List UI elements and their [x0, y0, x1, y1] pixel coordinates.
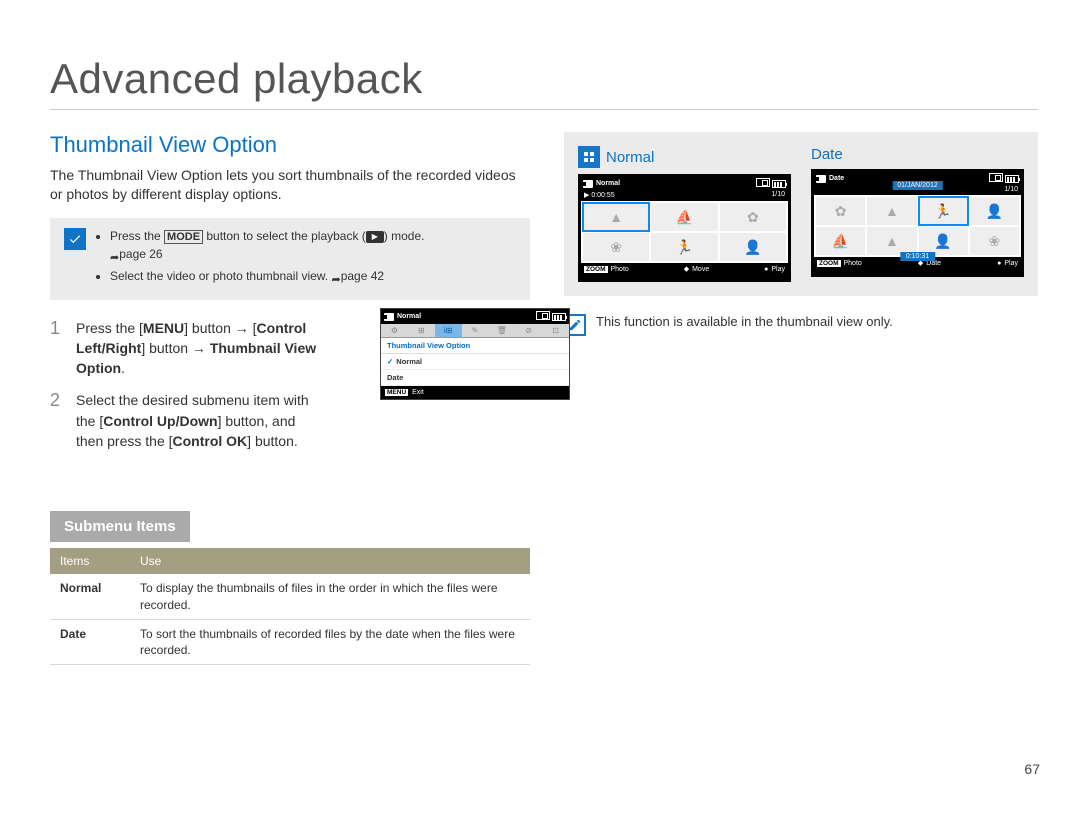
table-row: Normal To display the thumbnails of file… [50, 574, 530, 619]
cam-screen-normal: Normal ▶ 0:00:55 1/10 ▲ ⛵ ✿ ❀ 🏃 👤 [578, 174, 791, 282]
menu-tag: MENU [385, 389, 408, 396]
thumbnail: ❀ [583, 233, 649, 261]
thumbnail: ⛵ [816, 227, 865, 255]
battery-icon [772, 180, 786, 188]
playback-icon: ▶ [366, 231, 384, 243]
thumbnail: ⛵ [651, 203, 717, 231]
thumbnail: ✿ [720, 203, 786, 231]
date-label: 01/JAN/2012 [892, 181, 942, 190]
menu-item-normal: Normal [381, 354, 569, 370]
grid-icon [578, 146, 600, 168]
thumbnail: ✿ [816, 197, 865, 225]
preview-label-normal: Normal [606, 149, 654, 166]
card-icon [756, 178, 770, 187]
thumbnail: 👤 [919, 227, 968, 255]
menu-header: Thumbnail View Option [381, 338, 569, 354]
intro-text: The Thumbnail View Option lets you sort … [50, 166, 530, 204]
card-icon [536, 311, 550, 320]
lcd-menu-illustration: Normal ⚙⊞i⊞✎🗑⊘⊡ Thumbnail View Option No… [380, 308, 570, 400]
battery-icon [1005, 175, 1019, 183]
thumbnail: ▲ [867, 197, 916, 225]
submenu-heading: Submenu Items [50, 511, 190, 542]
note: This function is available in the thumbn… [564, 314, 1038, 336]
submenu-table: Items Use Normal To display the thumbnai… [50, 548, 530, 665]
section-heading: Thumbnail View Option [50, 132, 530, 158]
zoom-tag: ZOOM [817, 260, 841, 267]
table-row: Date To sort the thumbnails of recorded … [50, 619, 530, 664]
camera-icon [384, 313, 394, 321]
thumbnail: 🏃 [651, 233, 717, 261]
thumbnail: ▲ [583, 203, 649, 231]
thumbnail: ▲ [867, 227, 916, 255]
note-text: This function is available in the thumbn… [596, 314, 893, 329]
preview-panel: Normal Normal ▶ 0:00:55 1/10 ▲ ⛵ ✿ [564, 132, 1038, 296]
mode-button-label: MODE [164, 230, 203, 244]
card-icon [989, 173, 1003, 182]
step-number: 2 [50, 390, 64, 451]
battery-icon [552, 313, 566, 321]
thumbnail: ❀ [970, 227, 1019, 255]
camera-icon [583, 180, 593, 188]
callout-bullet-2: Select the video or photo thumbnail view… [110, 268, 424, 286]
check-icon [64, 228, 86, 250]
callout-prerequisite: Press the MODE button to select the play… [50, 218, 530, 300]
page-title: Advanced playback [50, 55, 1038, 103]
th-items: Items [50, 548, 130, 574]
thumbnail: 👤 [720, 233, 786, 261]
divider [50, 109, 1038, 110]
page-number: 67 [1024, 761, 1040, 777]
callout-bullet-1: Press the MODE button to select the play… [110, 228, 424, 264]
camera-icon [816, 175, 826, 183]
tab-strip: ⚙⊞i⊞✎🗑⊘⊡ [381, 324, 569, 338]
zoom-tag: ZOOM [584, 266, 608, 273]
th-use: Use [130, 548, 530, 574]
menu-item-date: Date [381, 370, 569, 386]
thumbnail: 🏃 [919, 197, 968, 225]
thumbnail: 👤 [970, 197, 1019, 225]
time-label: 0:10:31 [900, 252, 935, 261]
cam-screen-date: Date 01/JAN/2012 1/10 ✿ ▲ 🏃 👤 ⛵ ▲ [811, 169, 1024, 277]
step-number: 1 [50, 318, 64, 379]
preview-label-date: Date [811, 146, 843, 163]
